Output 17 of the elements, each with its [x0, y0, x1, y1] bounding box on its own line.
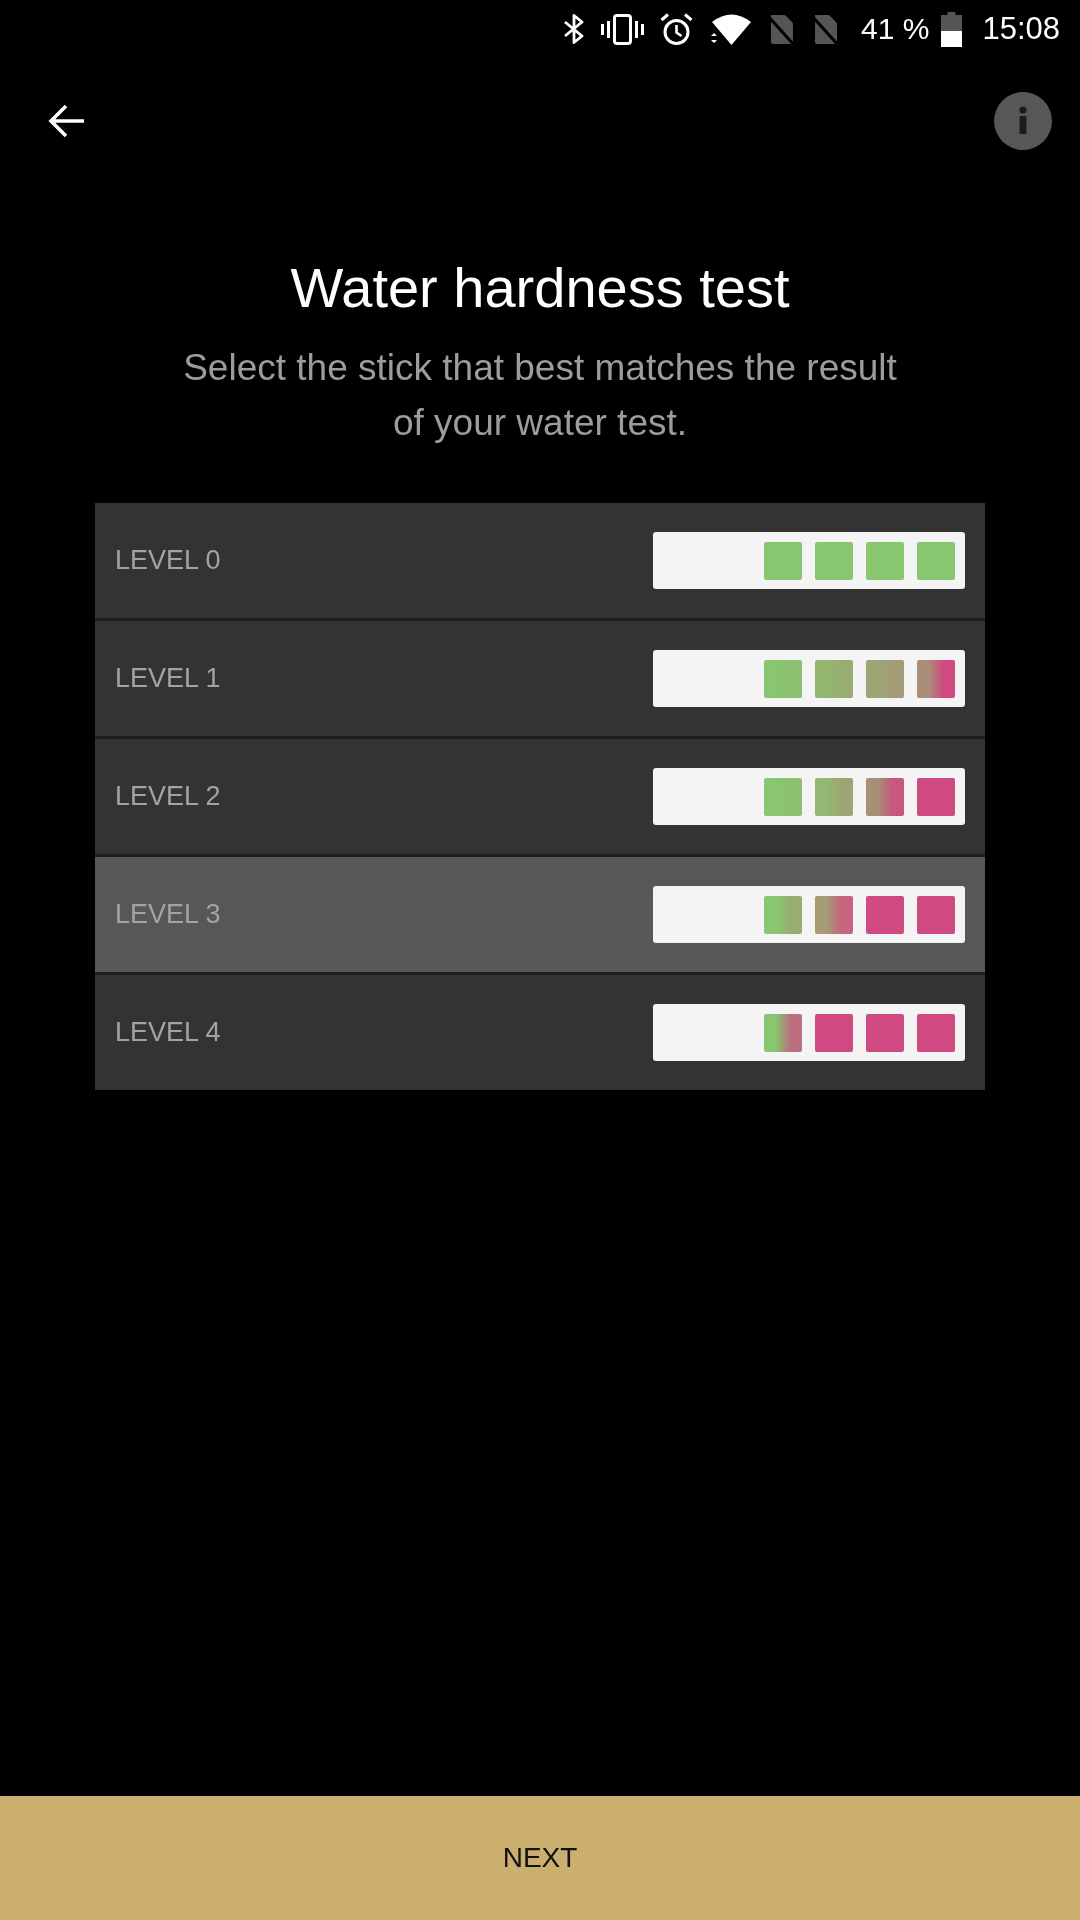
- level-option[interactable]: LEVEL 3: [95, 854, 985, 972]
- battery-percentage: 41 %: [861, 12, 930, 46]
- battery-icon: [940, 11, 964, 47]
- bluetooth-icon: [563, 14, 586, 44]
- next-button[interactable]: NEXT: [0, 1796, 1080, 1920]
- level-option[interactable]: LEVEL 1: [95, 618, 985, 736]
- level-option[interactable]: LEVEL 0: [95, 503, 985, 618]
- wifi-icon: [709, 12, 752, 46]
- info-icon[interactable]: [994, 92, 1052, 150]
- instruction-text: Select the stick that best matches the result of your water test.: [182, 346, 898, 445]
- level-option[interactable]: LEVEL 2: [95, 736, 985, 854]
- level-option[interactable]: LEVEL 4: [95, 972, 985, 1090]
- back-arrow-icon[interactable]: [47, 102, 85, 140]
- page-title: Water hardness test: [289, 256, 791, 320]
- clock-time: 15:08: [982, 12, 1060, 46]
- alarm-clock-icon: [660, 12, 694, 46]
- vibrate-icon: [601, 13, 645, 45]
